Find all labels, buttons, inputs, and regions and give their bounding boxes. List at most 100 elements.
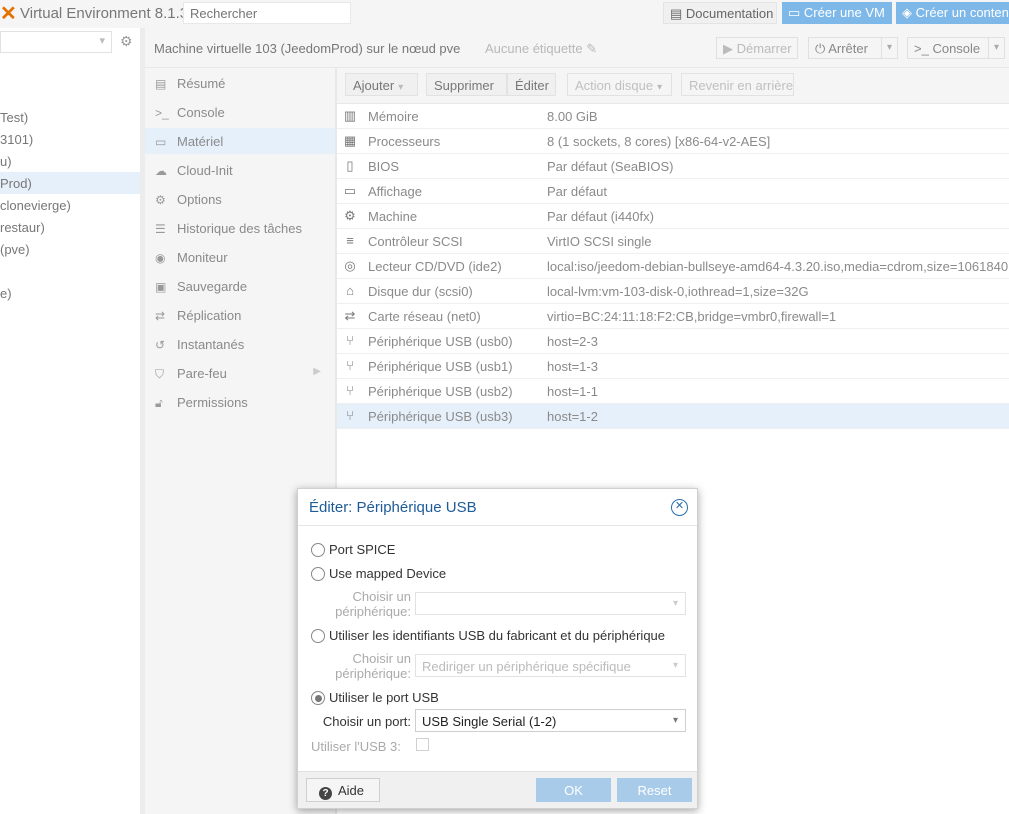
mapped-device-select[interactable]: ▾	[415, 592, 686, 615]
nav-label: Sauvegarde	[177, 279, 248, 294]
monitor-icon: ▭	[788, 5, 801, 20]
reset-label: Reset	[637, 783, 672, 798]
tree-item[interactable]: (pve)	[0, 238, 140, 260]
play-icon: ▶	[723, 41, 733, 56]
search-input[interactable]	[183, 2, 351, 24]
add-button[interactable]: Ajouter ▾	[345, 73, 418, 96]
hardware-row-machine[interactable]: ⚙ Machine Par défaut (i440fx)	[337, 204, 1009, 229]
stop-label: Arrêter	[828, 41, 868, 56]
hardware-row-processors[interactable]: ▦ Processeurs 8 (1 sockets, 8 cores) [x8…	[337, 129, 1009, 154]
revert-label: Revenir en arrière	[689, 78, 794, 93]
radio-button-checked[interactable]	[311, 691, 325, 705]
radio-vendor-ids[interactable]: Utiliser les identifiants USB du fabrica…	[311, 628, 665, 643]
disk-action-button[interactable]: Action disque ▾	[567, 73, 672, 96]
nav-item-summary[interactable]: ▤ Résumé	[145, 70, 335, 96]
proxmox-logo-icon: ✕	[0, 3, 17, 25]
hardware-row-display[interactable]: ▭ Affichage Par défaut	[337, 179, 1009, 204]
nav-item-options[interactable]: ⚙ Options	[145, 186, 335, 212]
retweet-icon: ⇄	[155, 309, 166, 323]
hardware-row-usb1[interactable]: ⑂ Périphérique USB (usb1) host=1-3	[337, 354, 1009, 379]
nav-item-permissions[interactable]: 🔓︎ Permissions	[145, 389, 335, 415]
select-placeholder: Rediriger un périphérique spécifique	[422, 659, 631, 674]
reset-button[interactable]: Reset	[617, 778, 692, 802]
hardware-name: Processeurs	[368, 134, 441, 149]
revert-button[interactable]: Revenir en arrière	[681, 73, 794, 96]
hardware-row-network[interactable]: ⇄ Carte réseau (net0) virtio=BC:24:11:18…	[337, 304, 1009, 329]
usb-port-select[interactable]: USB Single Serial (1-2) ▾	[415, 709, 686, 732]
radio-mapped-device[interactable]: Use mapped Device	[311, 566, 446, 581]
radio-spice-port[interactable]: Port SPICE	[311, 542, 395, 557]
edit-usb-dialog: Éditer: Périphérique USB ✕ Port SPICE Us…	[297, 488, 698, 809]
tree-item[interactable]: Test)	[0, 106, 140, 128]
hardware-row-cdrom[interactable]: ◎ Lecteur CD/DVD (ide2) local:iso/jeedom…	[337, 254, 1009, 279]
pencil-icon[interactable]: ✎	[586, 41, 597, 56]
stop-button[interactable]: ⏻ Arrêter ▾	[808, 37, 898, 59]
nav-label: Permissions	[177, 395, 248, 410]
tree-item[interactable]: e)	[0, 282, 140, 304]
tags-editor[interactable]: Aucune étiquette ✎	[485, 41, 597, 57]
add-label: Ajouter	[353, 78, 395, 93]
start-button[interactable]: ▶ Démarrer	[716, 37, 798, 59]
dialog-footer: ? Aide OK Reset	[298, 771, 697, 808]
vendor-device-select[interactable]: Rediriger un périphérique spécifique ▾	[415, 654, 686, 677]
hardware-row-scsi-controller[interactable]: ≡ Contrôleur SCSI VirtIO SCSI single	[337, 229, 1009, 254]
nav-item-cloud-init[interactable]: ☁ Cloud-Init	[145, 157, 335, 183]
history-icon: ↺	[155, 338, 166, 352]
view-selector[interactable]: ▾	[0, 31, 112, 53]
hardware-row-usb2[interactable]: ⑂ Périphérique USB (usb2) host=1-1	[337, 379, 1009, 404]
nav-item-monitor[interactable]: ◉ Moniteur	[145, 244, 335, 270]
hardware-name: Périphérique USB (usb3)	[368, 409, 513, 424]
nav-label: Résumé	[177, 76, 226, 91]
nav-item-backup[interactable]: ▣ Sauvegarde	[145, 273, 335, 299]
tree-item[interactable]: u)	[0, 150, 140, 172]
mapped-device-label: Choisir un périphérique:	[335, 589, 411, 619]
radio-button[interactable]	[311, 543, 325, 557]
hardware-value: host=1-3	[547, 359, 598, 374]
usb-icon: ⑂	[346, 408, 354, 423]
tree-item[interactable]: 3101)	[0, 128, 140, 150]
hardware-value: local:iso/jeedom-debian-bullseye-amd64-4…	[547, 259, 1009, 274]
hardware-row-hard-disk[interactable]: ⌂ Disque dur (scsi0) local-lvm:vm-103-di…	[337, 279, 1009, 304]
nav-item-replication[interactable]: ⇄ Réplication	[145, 302, 335, 328]
radio-usb-port[interactable]: Utiliser le port USB	[311, 690, 439, 705]
ok-button[interactable]: OK	[536, 778, 611, 802]
documentation-button[interactable]: ▤ Documentation	[663, 2, 777, 24]
hardware-row-bios[interactable]: ▯ BIOS Par défaut (SeaBIOS)	[337, 154, 1009, 179]
tree-item[interactable]: restaur)	[0, 216, 140, 238]
hardware-row-memory[interactable]: ▥ Mémoire 8.00 GiB	[337, 104, 1009, 129]
dialog-body: Port SPICE Use mapped Device Choisir un p…	[298, 525, 697, 771]
nav-item-task-history[interactable]: ☰ Historique des tâches	[145, 215, 335, 241]
nav-label: Moniteur	[177, 250, 228, 265]
hardware-value: VirtIO SCSI single	[547, 234, 652, 249]
question-icon: ?	[319, 787, 332, 800]
nav-item-firewall[interactable]: ⛉ Pare-feu ▶	[145, 360, 335, 386]
help-button[interactable]: ? Aide	[306, 778, 380, 802]
close-icon[interactable]: ✕	[671, 499, 688, 516]
resource-tree: ▾ ⚙ Test) 3101) u) Prod) clonevierge) re…	[0, 28, 140, 814]
nav-item-hardware[interactable]: ▭ Matériel	[145, 128, 335, 154]
hardware-row-usb3[interactable]: ⑂ Périphérique USB (usb3) host=1-2	[337, 404, 1009, 429]
create-vm-button[interactable]: ▭ Créer une VM	[782, 2, 892, 24]
gear-icon[interactable]: ⚙	[120, 33, 133, 50]
disk-action-label: Action disque	[575, 78, 654, 93]
console-button[interactable]: >_ Console ▾	[907, 37, 1005, 59]
edit-button[interactable]: Éditer	[507, 73, 556, 96]
nav-label: Options	[177, 192, 222, 207]
tree-item-label: u)	[0, 154, 12, 169]
gear-icon: ⚙	[155, 193, 166, 207]
hardware-row-usb0[interactable]: ⑂ Périphérique USB (usb0) host=2-3	[337, 329, 1009, 354]
tree-item-label: Test)	[0, 110, 29, 125]
nav-item-console[interactable]: >_ Console	[145, 99, 335, 125]
tree-item-selected[interactable]: Prod)	[0, 172, 140, 194]
documentation-label: Documentation	[685, 6, 774, 21]
radio-button[interactable]	[311, 629, 325, 643]
create-container-button[interactable]: ◈ Créer un conteneur	[896, 2, 1009, 24]
hardware-name: Machine	[368, 209, 418, 224]
nav-item-snapshots[interactable]: ↺ Instantanés	[145, 331, 335, 357]
radio-button[interactable]	[311, 567, 325, 581]
chevron-down-icon[interactable]: ▾	[881, 38, 897, 58]
chevron-down-icon[interactable]: ▾	[988, 38, 1004, 58]
tree-item[interactable]: clonevierge)	[0, 194, 140, 216]
usb3-checkbox[interactable]	[416, 738, 429, 751]
delete-button[interactable]: Supprimer	[426, 73, 507, 96]
